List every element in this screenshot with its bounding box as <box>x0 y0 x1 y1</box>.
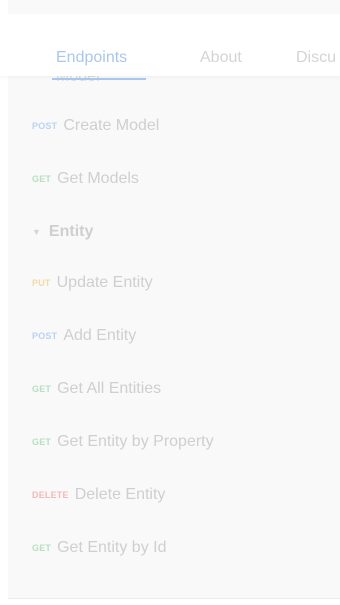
method-badge-get: GET <box>32 437 52 447</box>
method-badge-post: POST <box>32 331 58 341</box>
method-badge-post: POST <box>32 121 58 131</box>
tab-endpoints[interactable]: Endpoints <box>56 48 127 68</box>
method-badge-get: GET <box>32 543 52 553</box>
tab-about[interactable]: About <box>200 48 242 68</box>
endpoints-sidebar: Endpoints About Discu Model POST Create … <box>0 0 340 605</box>
sidebar-panel <box>8 0 340 599</box>
tab-discussion[interactable]: Discu <box>296 48 336 68</box>
endpoint-label: Get All Entities <box>57 380 162 397</box>
endpoint-label: Get Entity by Property <box>57 433 214 450</box>
endpoint-label: Update Entity <box>56 274 153 291</box>
endpoint-get-all-entities[interactable]: GET Get All Entities <box>32 377 161 401</box>
endpoint-add-entity[interactable]: POST Add Entity <box>32 324 136 348</box>
endpoint-label: Get Models <box>57 170 139 187</box>
endpoint-create-model[interactable]: POST Create Model <box>32 114 159 138</box>
endpoint-label: Delete Entity <box>74 486 166 503</box>
endpoint-get-models[interactable]: GET Get Models <box>32 167 139 191</box>
method-badge-put: PUT <box>32 278 51 288</box>
section-entity-label: Entity <box>48 223 94 240</box>
endpoint-delete-entity[interactable]: DELETE Delete Entity <box>32 483 165 507</box>
tab-bar: Endpoints About Discu <box>0 14 340 76</box>
caret-down-icon: ▼ <box>32 227 41 237</box>
active-tab-underline <box>52 78 146 80</box>
method-badge-delete: DELETE <box>32 490 69 500</box>
endpoint-get-entity-by-id[interactable]: GET Get Entity by Id <box>32 536 167 560</box>
method-badge-get: GET <box>32 174 52 184</box>
endpoint-label: Create Model <box>63 117 160 134</box>
endpoint-label: Add Entity <box>63 327 137 344</box>
method-badge-get: GET <box>32 384 52 394</box>
endpoint-get-entity-by-property[interactable]: GET Get Entity by Property <box>32 430 214 454</box>
section-entity-toggle[interactable]: ▼ Entity <box>32 220 93 244</box>
endpoint-label: Get Entity by Id <box>57 539 167 556</box>
endpoint-update-entity[interactable]: PUT Update Entity <box>32 271 153 295</box>
